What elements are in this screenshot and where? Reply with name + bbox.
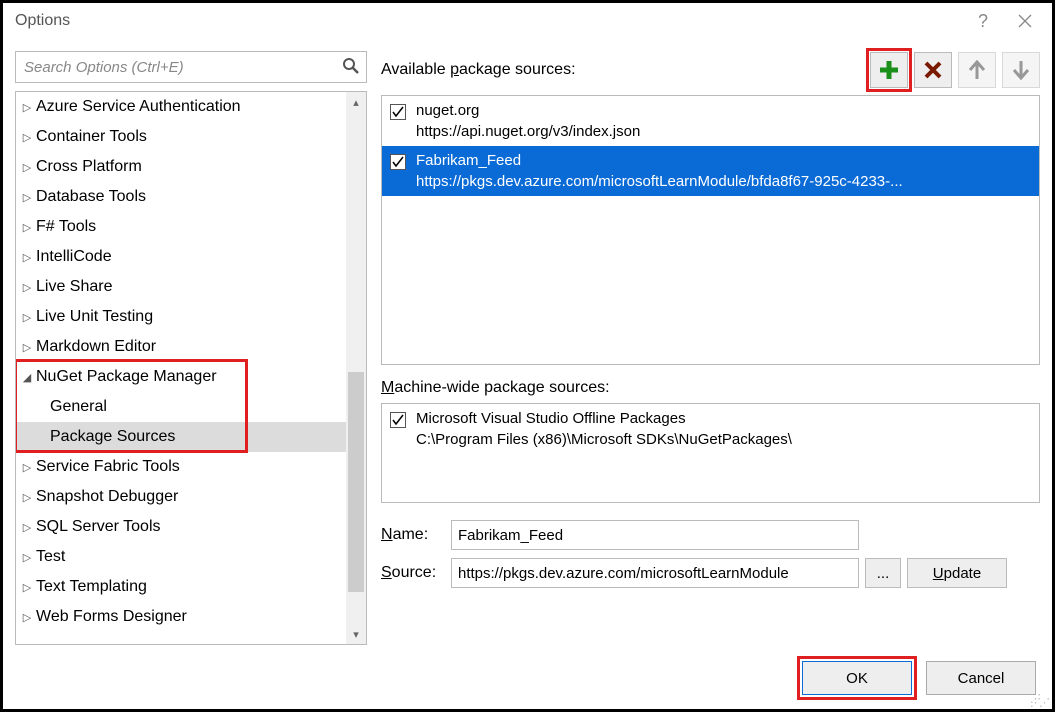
source-item-fabrikam[interactable]: Fabrikam_Feed https://pkgs.dev.azure.com… bbox=[382, 146, 1039, 196]
add-source-button[interactable] bbox=[870, 52, 908, 88]
expand-icon: ▷ bbox=[20, 611, 34, 624]
source-item-nuget[interactable]: nuget.org https://api.nuget.org/v3/index… bbox=[382, 96, 1039, 146]
collapse-icon: ◢ bbox=[20, 371, 34, 384]
expand-icon: ▷ bbox=[20, 581, 34, 594]
expand-icon: ▷ bbox=[20, 191, 34, 204]
source-url: https://pkgs.dev.azure.com/microsoftLear… bbox=[416, 171, 903, 192]
tree-item[interactable]: ▷SQL Server Tools bbox=[16, 512, 346, 542]
tree-item[interactable]: ▷F# Tools bbox=[16, 212, 346, 242]
tree-item[interactable]: ▷Markdown Editor bbox=[16, 332, 346, 362]
tree-item-nuget[interactable]: ◢NuGet Package Manager bbox=[16, 362, 346, 392]
scroll-down-icon[interactable]: ▾ bbox=[346, 624, 366, 644]
tree-item[interactable]: ▷Container Tools bbox=[16, 122, 346, 152]
tree-item-general[interactable]: General bbox=[16, 392, 346, 422]
source-item-offline[interactable]: Microsoft Visual Studio Offline Packages… bbox=[382, 404, 1039, 454]
source-input[interactable] bbox=[451, 558, 859, 588]
right-panel: Available package sources: bbox=[381, 39, 1040, 645]
scroll-thumb[interactable] bbox=[348, 372, 364, 592]
close-icon bbox=[1018, 14, 1032, 28]
available-sources-list[interactable]: nuget.org https://api.nuget.org/v3/index… bbox=[381, 95, 1040, 365]
options-tree: ▷Azure Service Authentication ▷Container… bbox=[15, 91, 367, 645]
source-url: C:\Program Files (x86)\Microsoft SDKs\Nu… bbox=[416, 429, 792, 450]
expand-icon: ▷ bbox=[20, 521, 34, 534]
expand-icon: ▷ bbox=[20, 311, 34, 324]
expand-icon: ▷ bbox=[20, 341, 34, 354]
source-checkbox[interactable] bbox=[390, 412, 406, 428]
name-label: Name: bbox=[381, 526, 451, 544]
left-panel: ▷Azure Service Authentication ▷Container… bbox=[15, 39, 367, 645]
plus-icon bbox=[878, 59, 900, 81]
source-label: Source: bbox=[381, 564, 451, 582]
search-box[interactable] bbox=[15, 51, 367, 83]
available-sources-label: Available package sources: bbox=[381, 61, 576, 79]
tree-item-package-sources[interactable]: Package Sources bbox=[16, 422, 346, 452]
resize-grip[interactable]: ⋰⋰⋰ bbox=[1030, 697, 1048, 705]
arrow-down-icon bbox=[1012, 60, 1030, 80]
window-title: Options bbox=[15, 12, 962, 30]
x-icon bbox=[923, 60, 943, 80]
tree-item[interactable]: ▷Web Forms Designer bbox=[16, 602, 346, 632]
update-button[interactable]: Update bbox=[907, 558, 1007, 588]
cancel-button[interactable]: Cancel bbox=[926, 661, 1036, 695]
search-input[interactable] bbox=[16, 52, 366, 82]
expand-icon: ▷ bbox=[20, 461, 34, 474]
source-url: https://api.nuget.org/v3/index.json bbox=[416, 121, 640, 142]
titlebar: Options ? bbox=[3, 3, 1052, 39]
move-up-button[interactable] bbox=[958, 52, 996, 88]
expand-icon: ▷ bbox=[20, 101, 34, 114]
expand-icon: ▷ bbox=[20, 491, 34, 504]
tree-item[interactable]: ▷IntelliCode bbox=[16, 242, 346, 272]
expand-icon: ▷ bbox=[20, 221, 34, 234]
tree-scrollbar[interactable]: ▴ ▾ bbox=[346, 92, 366, 644]
tree-item[interactable]: ▷Cross Platform bbox=[16, 152, 346, 182]
help-button[interactable]: ? bbox=[962, 5, 1004, 37]
tree-item[interactable]: ▷Text Templating bbox=[16, 572, 346, 602]
close-button[interactable] bbox=[1004, 5, 1046, 37]
remove-source-button[interactable] bbox=[914, 52, 952, 88]
tree-item[interactable]: ▷Database Tools bbox=[16, 182, 346, 212]
ok-button[interactable]: OK bbox=[802, 661, 912, 695]
source-checkbox[interactable] bbox=[390, 104, 406, 120]
tree-item[interactable]: ▷Azure Service Authentication bbox=[16, 92, 346, 122]
arrow-up-icon bbox=[968, 60, 986, 80]
expand-icon: ▷ bbox=[20, 281, 34, 294]
source-name: nuget.org bbox=[416, 100, 640, 121]
tree-item[interactable]: ▷Snapshot Debugger bbox=[16, 482, 346, 512]
expand-icon: ▷ bbox=[20, 251, 34, 264]
tree-item[interactable]: ▷Live Unit Testing bbox=[16, 302, 346, 332]
expand-icon: ▷ bbox=[20, 551, 34, 564]
source-checkbox[interactable] bbox=[390, 154, 406, 170]
tree-item[interactable]: ▷Test bbox=[16, 542, 346, 572]
dialog-button-row: OK Cancel bbox=[802, 661, 1036, 695]
source-name: Microsoft Visual Studio Offline Packages bbox=[416, 408, 792, 429]
machine-sources-label: Machine-wide package sources: bbox=[381, 379, 1040, 397]
name-input[interactable] bbox=[451, 520, 859, 550]
move-down-button[interactable] bbox=[1002, 52, 1040, 88]
expand-icon: ▷ bbox=[20, 161, 34, 174]
scroll-up-icon[interactable]: ▴ bbox=[346, 92, 366, 112]
machine-sources-list[interactable]: Microsoft Visual Studio Offline Packages… bbox=[381, 403, 1040, 503]
tree-item[interactable]: ▷Service Fabric Tools bbox=[16, 452, 346, 482]
browse-button[interactable]: ... bbox=[865, 558, 901, 588]
expand-icon: ▷ bbox=[20, 131, 34, 144]
tree-item[interactable]: ▷Live Share bbox=[16, 272, 346, 302]
search-icon bbox=[342, 57, 360, 79]
source-name: Fabrikam_Feed bbox=[416, 150, 903, 171]
